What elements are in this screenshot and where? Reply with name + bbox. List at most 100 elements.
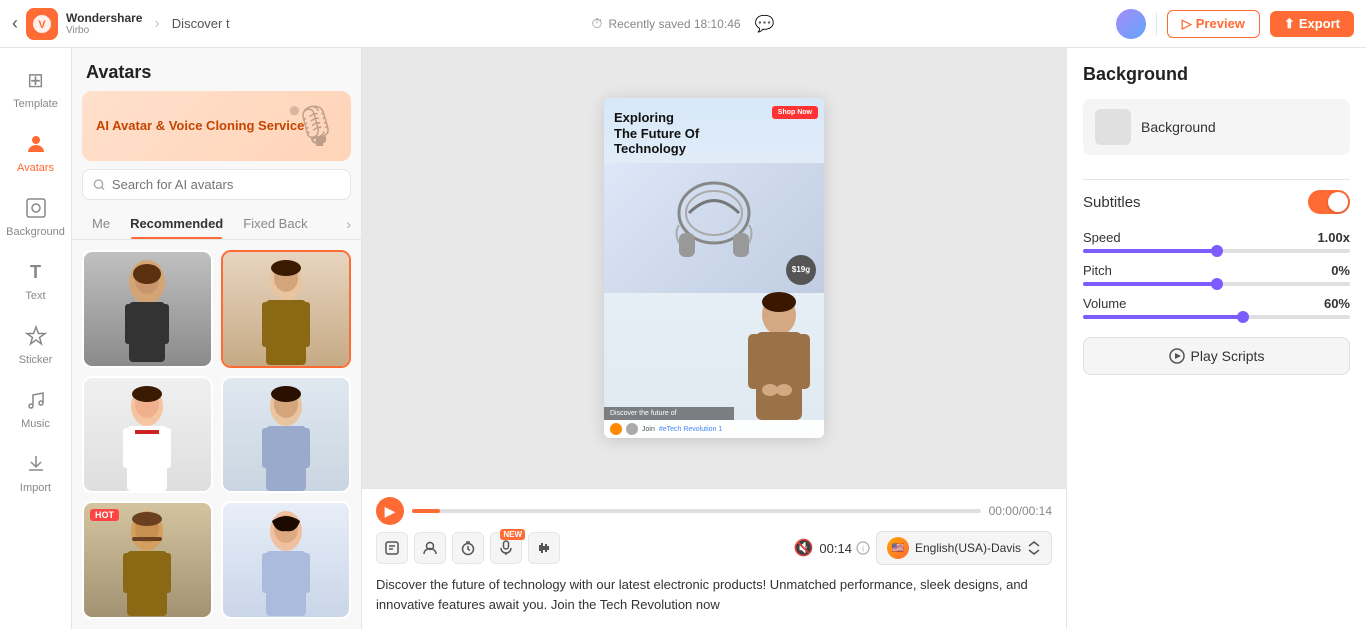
voice-swap-icon (1027, 541, 1041, 555)
preview-button[interactable]: ▷ Preview (1167, 10, 1260, 38)
voice-selector[interactable]: 🇺🇸 English(USA)-Davis (876, 531, 1052, 565)
import-icon (22, 450, 50, 478)
topbar-center: ⏱ Recently saved 18:10:46 💬 (352, 14, 1015, 34)
music-icon (22, 386, 50, 414)
avatar-card-ruby-games[interactable]: Ruby-Games (82, 376, 213, 494)
speed-thumb (1211, 245, 1223, 257)
new-badge: NEW (500, 529, 525, 540)
toggle-knob (1328, 192, 1348, 212)
play-icon: ▶ (385, 503, 396, 520)
avatars-panel: Avatars AI Avatar & Voice Cloning Servic… (72, 48, 362, 629)
timeline-row: ▶ 00:00/00:14 (376, 497, 1052, 525)
canvas-heading-line2: The Future Of (614, 126, 699, 141)
timeline-track[interactable] (412, 509, 981, 513)
info-icon: i (856, 541, 870, 555)
avatar-elena-image (246, 252, 326, 368)
background-icon (22, 194, 50, 222)
play-scripts-icon (1169, 348, 1185, 364)
tabs-chevron[interactable]: › (346, 216, 351, 232)
sidebar-item-music[interactable]: Music (4, 376, 68, 440)
speed-header: Speed 1.00x (1083, 230, 1350, 245)
pitch-thumb (1211, 278, 1223, 290)
hashtag-text: #eTech Revolution 1 (659, 426, 722, 433)
ctrl-timer-btn[interactable] (452, 532, 484, 564)
canvas-preview: Exploring The Future Of Technology Shop … (604, 98, 824, 438)
search-box[interactable] (82, 169, 351, 200)
right-panel: Background Background Subtitles Speed 1.… (1066, 48, 1366, 629)
music-label: Music (21, 418, 50, 430)
speed-label: Speed (1083, 230, 1121, 245)
play-scripts-button[interactable]: Play Scripts (1083, 337, 1350, 375)
topbar-left: ‹ V Wondershare Virbo › Discover t (12, 8, 344, 40)
ctrl-mic-btn[interactable]: NEW (490, 532, 522, 564)
template-icon: ⊞ (22, 66, 50, 94)
preview-label: Preview (1196, 16, 1245, 31)
tabs-row: Me Recommended Fixed Back › (72, 208, 361, 240)
join-avatar-1 (610, 423, 622, 435)
logo-name: Wondershare (66, 11, 142, 25)
volume-thumb (1237, 311, 1249, 323)
tab-me[interactable]: Me (82, 208, 120, 239)
volume-value: 60% (1324, 296, 1350, 311)
volume-track[interactable] (1083, 315, 1350, 319)
sidebar-item-background[interactable]: Background (4, 184, 68, 248)
sidebar-item-text[interactable]: T Text (4, 248, 68, 312)
pitch-slider-row: Pitch 0% (1083, 263, 1350, 286)
sidebar-item-sticker[interactable]: Sticker (4, 312, 68, 376)
duration-badge: 00:14 i (819, 541, 870, 556)
avatar-male5-image (107, 503, 187, 619)
canvas-heading-line1: Exploring (614, 110, 674, 125)
pitch-track[interactable] (1083, 282, 1350, 286)
import-label: Import (20, 482, 51, 494)
avatar-brandt-image (107, 252, 187, 368)
canvas-bottom-bar: Join #eTech Revolution 1 (604, 420, 824, 438)
canvas-avatar-svg (734, 260, 824, 420)
tab-recommended[interactable]: Recommended (120, 208, 233, 239)
search-input[interactable] (112, 177, 340, 192)
bg-swatch (1095, 109, 1131, 145)
volume-icon-btn[interactable]: 🔇 (794, 538, 814, 558)
duration-value: 00:14 (819, 541, 852, 556)
svg-text:V: V (38, 19, 46, 31)
speed-track[interactable] (1083, 249, 1350, 253)
subtitles-toggle[interactable] (1308, 190, 1350, 214)
shop-now-badge[interactable]: Shop Now (772, 106, 818, 119)
sidebar-item-avatars[interactable]: Avatars (4, 120, 68, 184)
tab-fixed-back[interactable]: Fixed Back (233, 208, 317, 239)
avatar-card-elena-professional[interactable]: Elena-Professional (221, 250, 352, 368)
preview-icon: ▷ (1182, 16, 1192, 32)
play-button[interactable]: ▶ (376, 497, 404, 525)
avatar-card-female-6[interactable]: Female-6 (221, 501, 352, 619)
avatar-ctrl-icon (422, 540, 438, 556)
avatar-ruby-image (107, 378, 187, 494)
ctrl-script-btn[interactable] (376, 532, 408, 564)
export-button[interactable]: ⬆ Export (1270, 11, 1354, 37)
waveform-icon (536, 540, 552, 556)
ctrl-avatar-btn[interactable] (414, 532, 446, 564)
sidebar-item-import[interactable]: Import (4, 440, 68, 504)
bg-option[interactable]: Background (1083, 99, 1350, 155)
volume-fill (1083, 315, 1243, 319)
ctrl-waveform-btn[interactable] (528, 532, 560, 564)
panel-title: Avatars (72, 48, 361, 91)
play-scripts-container: Play Scripts (1083, 333, 1350, 375)
sticker-label: Sticker (19, 354, 53, 366)
text-label: Text (25, 290, 45, 302)
user-avatar[interactable] (1116, 9, 1146, 39)
logo-sub: Virbo (66, 25, 142, 36)
promo-text: AI Avatar & Voice Cloning Service (96, 118, 304, 135)
back-button[interactable]: ‹ (12, 13, 18, 34)
timeline-time: 00:00/00:14 (989, 504, 1052, 518)
mic-icon (498, 540, 514, 556)
volume-slider-row: Volume 60% (1083, 296, 1350, 319)
canvas-heading-line3: Technology (614, 141, 686, 156)
logo-text-block: Wondershare Virbo (66, 11, 142, 36)
script-area[interactable]: Discover the future of technology with o… (376, 571, 1052, 621)
topbar: ‹ V Wondershare Virbo › Discover t ⏱ Rec… (0, 0, 1366, 48)
sidebar-item-template[interactable]: ⊞ Template (4, 56, 68, 120)
comments-icon[interactable]: 💬 (755, 14, 775, 34)
avatar-card-male-5[interactable]: HOT Male-5 (82, 501, 213, 619)
avatar-card-brandt-casual[interactable]: Brandt-Casual (82, 250, 213, 368)
avatar-card-harper-promotion[interactable]: Harper-Promotion (221, 376, 352, 494)
promo-banner[interactable]: AI Avatar & Voice Cloning Service 🎙 ● (82, 91, 351, 161)
